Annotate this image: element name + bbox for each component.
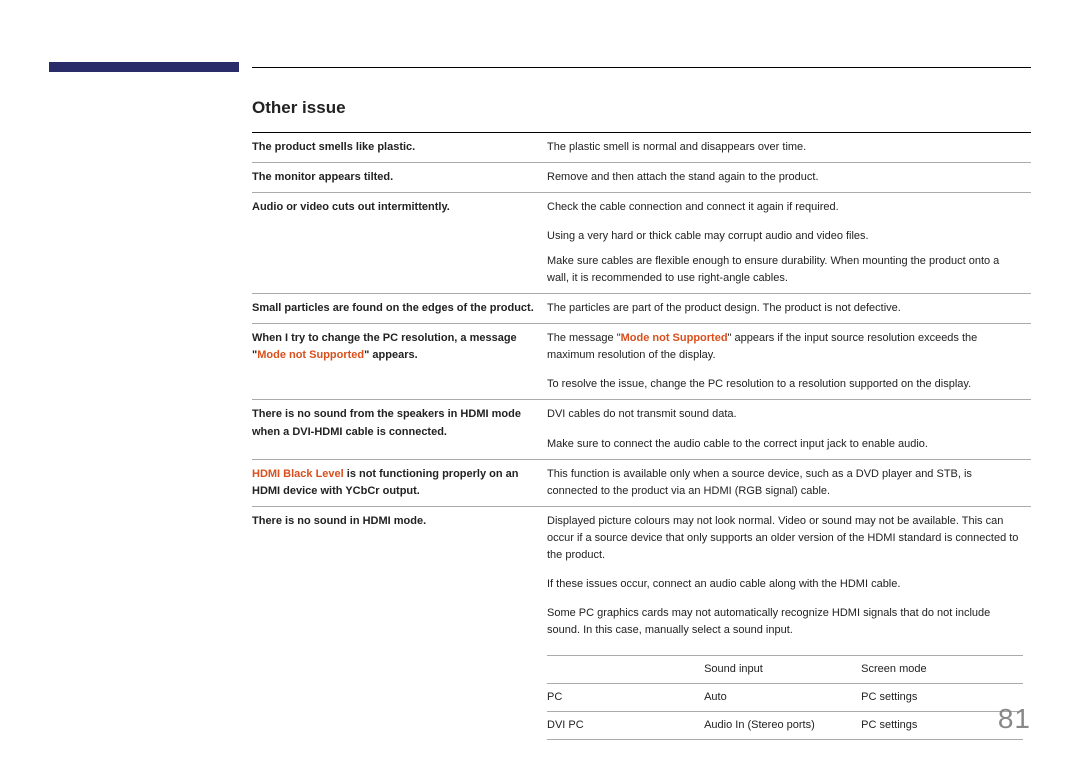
content-area: Other issue The product smells like plas… [252,98,1031,746]
page-number: 81 [998,703,1031,735]
solution-cell: The plastic smell is normal and disappea… [547,133,1031,163]
header-accent-bar [49,62,239,72]
solution-cell: To resolve the issue, change the PC reso… [547,370,1031,400]
solution-cell: Check the cable connection and connect i… [547,193,1031,223]
table-row: Audio or video cuts out intermittently.C… [252,193,1031,223]
table-row: Small particles are found on the edges o… [252,294,1031,324]
issue-cell: Audio or video cuts out intermittently. [252,193,547,294]
solution-cell: Displayed picture colours may not look n… [547,506,1031,570]
issue-cell: Small particles are found on the edges o… [252,294,547,324]
section-title: Other issue [252,98,1031,118]
table-row: The monitor appears tilted.Remove and th… [252,163,1031,193]
issue-cell: There is no sound from the speakers in H… [252,400,547,459]
solution-cell: Using a very hard or thick cable may cor… [547,222,1031,294]
solution-cell: This function is available only when a s… [547,459,1031,506]
issue-cell: When I try to change the PC resolution, … [252,324,547,400]
issue-cell: The product smells like plastic. [252,133,547,163]
solution-cell: Make sure to connect the audio cable to … [547,430,1031,460]
issue-cell: There is no sound in HDMI mode. [252,506,547,746]
solution-cell: Some PC graphics cards may not automatic… [547,599,1031,645]
issues-table: The product smells like plastic.The plas… [252,132,1031,746]
table-row: HDMI Black Level is not functioning prop… [252,459,1031,506]
inner-table: Sound inputScreen modePCAutoPC settingsD… [547,655,1023,740]
solution-cell: DVI cables do not transmit sound data. [547,400,1031,430]
issue-cell: HDMI Black Level is not functioning prop… [252,459,547,506]
table-row: The product smells like plastic.The plas… [252,133,1031,163]
issue-cell: The monitor appears tilted. [252,163,547,193]
solution-cell: The particles are part of the product de… [547,294,1031,324]
table-row: When I try to change the PC resolution, … [252,324,1031,371]
solution-cell: The message "Mode not Supported" appears… [547,324,1031,371]
table-row: There is no sound from the speakers in H… [252,400,1031,430]
table-row: There is no sound in HDMI mode.Displayed… [252,506,1031,570]
top-horizontal-rule [252,67,1031,68]
solution-cell: Sound inputScreen modePCAutoPC settingsD… [547,645,1031,746]
solution-cell: Remove and then attach the stand again t… [547,163,1031,193]
solution-cell: If these issues occur, connect an audio … [547,570,1031,599]
